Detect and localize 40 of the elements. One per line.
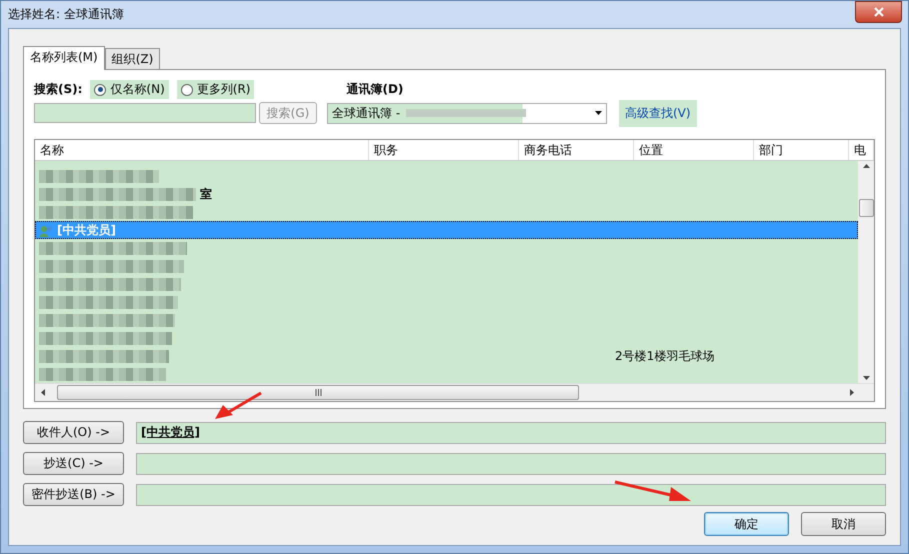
radio-button[interactable] <box>94 84 106 96</box>
close-button[interactable] <box>855 0 902 22</box>
scroll-thumb[interactable] <box>57 385 579 400</box>
column-header[interactable]: 电 <box>849 140 874 160</box>
column-header[interactable]: 商务电话 <box>519 140 634 160</box>
column-header[interactable]: 名称 <box>35 140 369 160</box>
scroll-thumb[interactable] <box>858 199 874 217</box>
table-cell: 2号楼1楼羽毛球场 <box>615 349 714 363</box>
address-book-label: 通讯簿(D) <box>346 81 404 98</box>
cancel-button[interactable]: 取消 <box>801 512 886 536</box>
recipient-button[interactable]: 抄送(C) -> <box>23 452 124 475</box>
group-icon <box>39 224 53 236</box>
tab[interactable]: 名称列表(M) <box>23 46 105 70</box>
recipient-field[interactable]: [中共党员] <box>136 422 886 444</box>
address-book-dropdown[interactable]: 全球通讯簿 - <box>327 102 607 124</box>
ok-button[interactable]: 确定 <box>704 512 789 536</box>
horizontal-scrollbar[interactable] <box>35 383 874 401</box>
search-field[interactable] <box>34 103 256 123</box>
recipient-field[interactable] <box>136 484 886 506</box>
radio-option[interactable]: 仅名称(N) <box>90 80 169 99</box>
annotation-arrow <box>213 391 263 421</box>
column-header[interactable]: 位置 <box>634 140 754 160</box>
group-name: [中共党员] <box>57 222 116 239</box>
radio-option[interactable]: 更多列(R) <box>176 80 254 99</box>
vertical-scrollbar[interactable] <box>858 161 874 383</box>
tab[interactable]: 组织(Z) <box>104 48 160 69</box>
search-label: 搜索(S): <box>34 81 82 98</box>
column-header[interactable]: 职务 <box>369 140 519 160</box>
dropdown-value: 全球通讯簿 - <box>332 106 400 120</box>
recipient-button[interactable]: 密件抄送(B) -> <box>23 483 124 506</box>
advanced-find-link[interactable]: 高级查找(V) <box>619 100 697 126</box>
name-fragment: 室 <box>200 186 212 203</box>
window-title: 选择姓名: 全球通讯簿 <box>8 6 124 23</box>
close-icon <box>874 6 884 16</box>
dropdown-arrow-icon <box>595 111 602 115</box>
recipient-field[interactable] <box>136 452 886 474</box>
column-header[interactable]: 部门 <box>754 140 849 160</box>
grip-icon <box>314 389 322 396</box>
recipient-button[interactable]: 收件人(O) -> <box>23 421 124 444</box>
radio-button[interactable] <box>180 84 193 96</box>
